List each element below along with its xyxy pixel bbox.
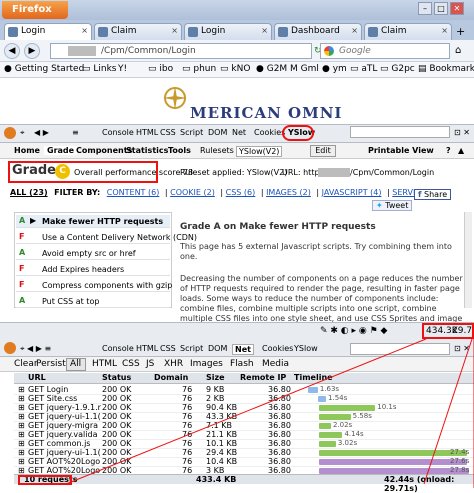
annotation-lines <box>65 338 474 488</box>
